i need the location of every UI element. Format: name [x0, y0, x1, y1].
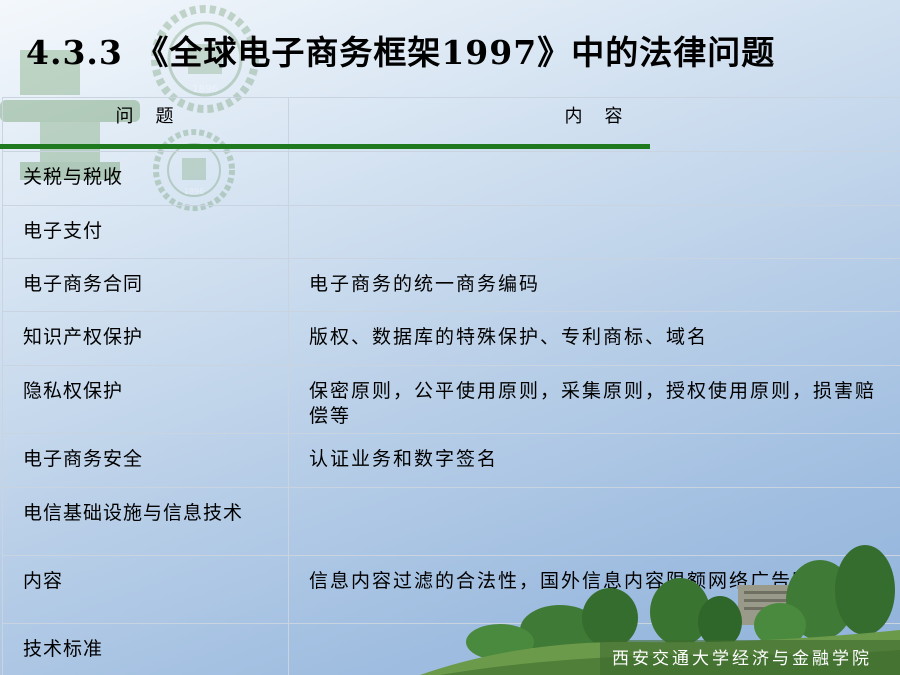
landscape-illustration — [420, 545, 900, 675]
footer-institution: 西安交通大学经济与金融学院 — [612, 649, 872, 669]
slide: 1896 1896 4.3.3 《全球电子商务框架1997》中的法律问题 问 题… — [0, 0, 900, 675]
